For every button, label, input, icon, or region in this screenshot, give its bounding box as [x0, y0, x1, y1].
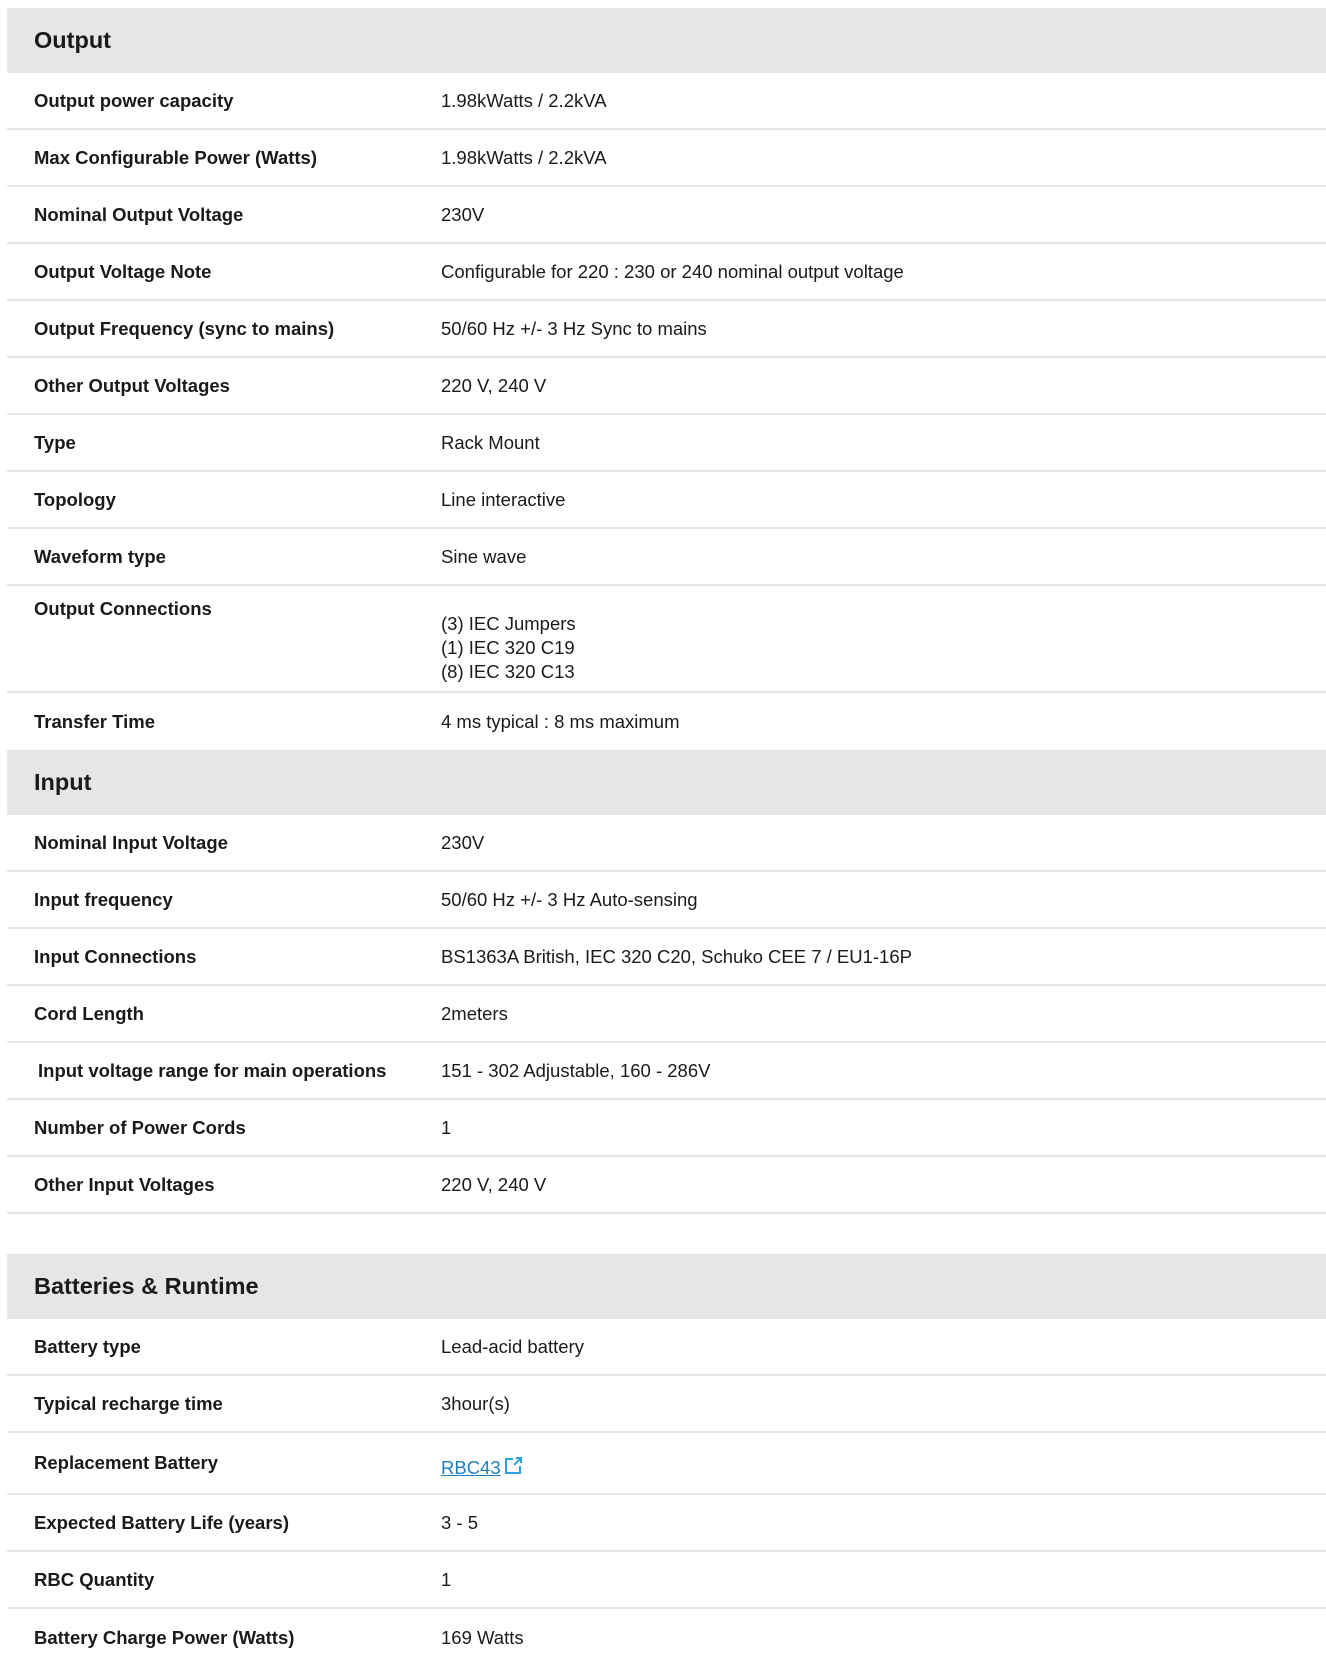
- spec-row: Waveform type Sine wave: [7, 529, 1326, 586]
- spec-label: Output power capacity: [34, 89, 234, 111]
- spec-value: 4 ms typical : 8 ms maximum: [441, 710, 680, 732]
- spec-row: Transfer Time 4 ms typical : 8 ms maximu…: [7, 693, 1326, 750]
- spec-label: RBC Quantity: [34, 1568, 155, 1590]
- spec-label: Max Configurable Power (Watts): [34, 146, 318, 168]
- spec-value: 3hour(s): [441, 1392, 510, 1414]
- spec-row: Battery Charge Power (Watts) 169 Watts: [7, 1609, 1326, 1666]
- spec-label: Battery Charge Power (Watts): [34, 1626, 295, 1648]
- spec-label: Nominal Input Voltage: [34, 831, 228, 853]
- spec-value: Line interactive: [441, 488, 566, 510]
- spec-row: Expected Battery Life (years) 3 - 5: [7, 1495, 1326, 1552]
- section-header-batteries: Batteries & Runtime: [7, 1254, 1326, 1319]
- spec-row: Input voltage range for main operations …: [7, 1043, 1326, 1100]
- spec-row: Topology Line interactive: [7, 472, 1326, 529]
- spec-value: 169 Watts: [441, 1626, 524, 1648]
- spec-row: Cord Length 2meters: [7, 986, 1326, 1043]
- spec-row: Type Rack Mount: [7, 415, 1326, 472]
- spec-row: Max Configurable Power (Watts) 1.98kWatt…: [7, 130, 1326, 187]
- spec-value: 50/60 Hz +/- 3 Hz Sync to mains: [441, 317, 707, 339]
- spec-value: 220 V, 240 V: [441, 374, 547, 396]
- spec-value-list: (3) IEC Jumpers (1) IEC 320 C19 (8) IEC …: [441, 586, 1326, 684]
- replacement-battery-link-text: RBC43: [441, 1456, 501, 1478]
- spec-value-item: (1) IEC 320 C19: [441, 637, 575, 658]
- spec-label: Cord Length: [34, 1002, 144, 1024]
- spec-label: Output Voltage Note: [34, 260, 212, 282]
- spec-value: 1: [441, 1116, 452, 1138]
- spec-label: Output Frequency (sync to mains): [34, 317, 335, 339]
- spec-value: 3 - 5: [441, 1511, 479, 1533]
- spec-label: Output Connections: [34, 598, 212, 619]
- spec-label: Input frequency: [34, 888, 173, 910]
- spec-label: Replacement Battery: [34, 1452, 219, 1473]
- spec-label: Number of Power Cords: [34, 1116, 246, 1138]
- spec-row: Output power capacity 1.98kWatts / 2.2kV…: [7, 73, 1326, 130]
- spec-value: Rack Mount: [441, 431, 540, 453]
- spec-value: Lead-acid battery: [441, 1335, 584, 1357]
- spec-sheet: Output Output power capacity 1.98kWatts …: [7, 8, 1326, 1666]
- spec-label: Waveform type: [34, 545, 166, 567]
- spec-value: 1.98kWatts / 2.2kVA: [441, 89, 607, 111]
- spec-label: Other Output Voltages: [34, 374, 230, 396]
- spec-row: Input frequency 50/60 Hz +/- 3 Hz Auto-s…: [7, 872, 1326, 929]
- section-header-input: Input: [7, 750, 1326, 815]
- section-header-output: Output: [7, 8, 1326, 73]
- spec-label: Topology: [34, 488, 116, 510]
- spec-value-item: (8) IEC 320 C13: [441, 661, 575, 682]
- spec-value-item: (3) IEC Jumpers: [441, 613, 576, 634]
- spec-row: Nominal Output Voltage 230V: [7, 187, 1326, 244]
- spec-value: Sine wave: [441, 545, 527, 567]
- spec-value: 1.98kWatts / 2.2kVA: [441, 146, 607, 168]
- spec-label: Battery type: [34, 1335, 141, 1357]
- spec-row: Other Output Voltages 220 V, 240 V: [7, 358, 1326, 415]
- spec-row: Replacement Battery RBC43: [7, 1433, 1326, 1495]
- spec-label: Transfer Time: [34, 710, 155, 732]
- spec-row: Nominal Input Voltage 230V: [7, 815, 1326, 872]
- spec-value: Configurable for 220 : 230 or 240 nomina…: [441, 260, 904, 282]
- spec-value: 2meters: [441, 1002, 508, 1024]
- spec-value: RBC43: [441, 1446, 1326, 1481]
- spec-value: 151 - 302 Adjustable, 160 - 286V: [441, 1059, 711, 1081]
- spec-value: 50/60 Hz +/- 3 Hz Auto-sensing: [441, 888, 698, 910]
- spec-label: Typical recharge time: [34, 1392, 223, 1414]
- replacement-battery-link[interactable]: RBC43: [441, 1456, 523, 1481]
- spec-row: Input Connections BS1363A British, IEC 3…: [7, 929, 1326, 986]
- spec-row: Typical recharge time 3hour(s): [7, 1376, 1326, 1433]
- spec-row: RBC Quantity 1: [7, 1552, 1326, 1609]
- spec-value: 230V: [441, 831, 485, 853]
- spec-value: BS1363A British, IEC 320 C20, Schuko CEE…: [441, 945, 912, 967]
- spec-label: Input voltage range for main operations: [38, 1059, 387, 1081]
- spec-row: Output Frequency (sync to mains) 50/60 H…: [7, 301, 1326, 358]
- spec-row: Battery type Lead-acid battery: [7, 1319, 1326, 1376]
- spec-label: Other Input Voltages: [34, 1173, 215, 1195]
- spec-row: Number of Power Cords 1: [7, 1100, 1326, 1157]
- spec-row: Output Connections (3) IEC Jumpers (1) I…: [7, 586, 1326, 693]
- spec-label: Nominal Output Voltage: [34, 203, 244, 225]
- spec-value: 230V: [441, 203, 485, 225]
- spec-label: Expected Battery Life (years): [34, 1511, 289, 1533]
- external-link-icon: [503, 1456, 523, 1481]
- spec-row: Output Voltage Note Configurable for 220…: [7, 244, 1326, 301]
- spec-value: 220 V, 240 V: [441, 1173, 547, 1195]
- spec-label: Input Connections: [34, 945, 197, 967]
- spec-value: 1: [441, 1568, 452, 1590]
- spec-label: Type: [34, 431, 76, 453]
- spec-row: Other Input Voltages 220 V, 240 V: [7, 1157, 1326, 1214]
